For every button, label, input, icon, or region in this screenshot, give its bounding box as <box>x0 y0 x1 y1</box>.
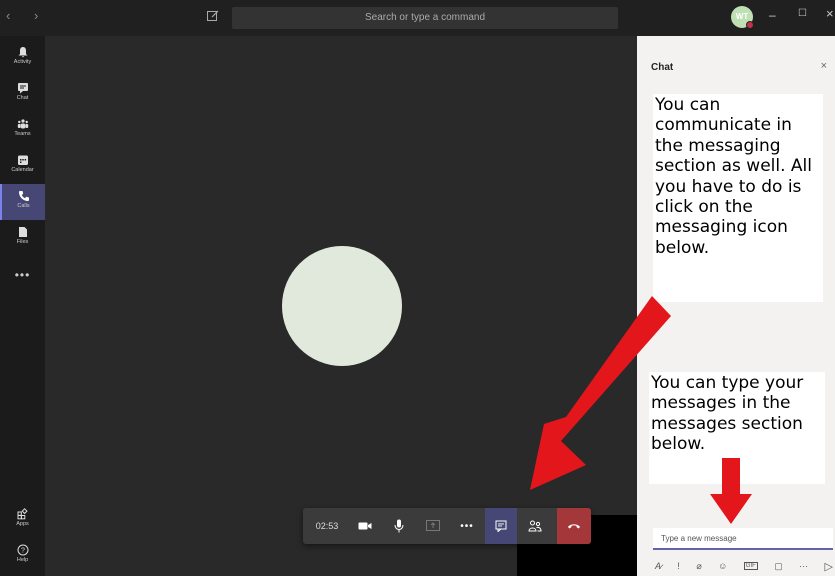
sticker-icon[interactable]: ▢ <box>774 561 783 572</box>
maximize-button[interactable]: ☐ <box>798 8 807 19</box>
rail-item-chat[interactable]: Chat <box>0 76 45 112</box>
compose-toolbar: A̷ ! ⌀ ☺ GIF ▢ ··· ▷ <box>655 558 833 574</box>
file-icon <box>18 227 27 237</box>
message-input[interactable]: Type a new message <box>653 528 833 550</box>
rail-label: Calendar <box>11 167 34 173</box>
chat-panel: Chat × You can communicate in the messag… <box>637 36 835 576</box>
rail-item-help[interactable]: ? Help <box>0 538 45 574</box>
rail-item-teams[interactable]: Teams <box>0 112 45 148</box>
rail-item-calls[interactable]: Calls <box>0 184 45 220</box>
more-apps-button[interactable]: ••• <box>0 268 45 282</box>
avatar[interactable]: WT <box>731 6 754 29</box>
annotation-note-2: You can type your messages in the messag… <box>649 372 825 484</box>
phone-icon <box>18 191 29 201</box>
rail-label: Teams <box>14 131 31 137</box>
app-rail: Activity Chat Teams Calendar Calls Files… <box>0 36 45 576</box>
chat-icon <box>495 520 507 532</box>
participant-avatar <box>282 246 402 366</box>
hang-up-icon <box>568 524 580 529</box>
attach-icon[interactable]: ⌀ <box>696 561 701 572</box>
microphone-icon <box>394 519 404 533</box>
rail-label: Apps <box>16 521 29 527</box>
apps-icon <box>17 508 28 520</box>
compose-icon[interactable] <box>206 9 220 23</box>
call-controls: 02:53 ••• <box>303 508 591 544</box>
camera-button[interactable] <box>349 508 381 544</box>
participants-icon <box>528 520 542 532</box>
hang-up-button[interactable] <box>557 508 591 544</box>
status-dot-icon <box>746 21 754 29</box>
annotation-note-1: You can communicate in the messaging sec… <box>653 94 823 302</box>
participants-button[interactable] <box>519 508 551 544</box>
gif-icon[interactable]: GIF <box>743 562 758 570</box>
chat-toggle-button[interactable] <box>485 508 517 544</box>
rail-label: Chat <box>16 95 29 101</box>
rail-item-activity[interactable]: Activity <box>0 40 45 76</box>
format-icon[interactable]: A̷ <box>655 561 661 571</box>
svg-text:?: ? <box>21 548 25 555</box>
rail-item-apps[interactable]: Apps <box>0 502 45 538</box>
send-icon[interactable]: ▷ <box>825 560 833 573</box>
bell-icon <box>18 47 27 58</box>
chat-icon <box>17 83 28 94</box>
title-bar: ‹ › Search or type a command WT – ☐ × <box>0 0 835 36</box>
chat-panel-title: Chat <box>651 62 674 73</box>
call-stage: 02:53 ••• <box>45 36 637 576</box>
help-icon: ? <box>17 544 28 556</box>
camera-icon <box>358 522 372 530</box>
close-window-button[interactable]: × <box>826 6 834 21</box>
rail-label: Files <box>16 239 29 245</box>
important-icon[interactable]: ! <box>677 561 680 571</box>
share-screen-button[interactable] <box>417 508 449 544</box>
microphone-button[interactable] <box>383 508 415 544</box>
rail-item-files[interactable]: Files <box>0 220 45 256</box>
rail-label: Activity <box>13 59 32 65</box>
back-forward-arrows[interactable]: ‹ › <box>6 8 48 23</box>
more-options-button[interactable]: ••• <box>451 508 483 544</box>
close-chat-button[interactable]: × <box>821 60 827 72</box>
rail-label: Help <box>16 557 29 563</box>
share-screen-icon <box>426 520 440 531</box>
rail-item-calendar[interactable]: Calendar <box>0 148 45 184</box>
avatar-initials: WT <box>735 12 749 21</box>
rail-label: Calls <box>17 203 30 209</box>
more-compose-icon[interactable]: ··· <box>799 561 808 571</box>
call-timer: 02:53 <box>315 521 339 531</box>
teams-icon <box>17 119 28 129</box>
emoji-icon[interactable]: ☺ <box>718 561 727 571</box>
calendar-icon <box>17 155 28 165</box>
search-input[interactable]: Search or type a command <box>232 7 618 29</box>
minimize-button[interactable]: – <box>769 8 776 22</box>
